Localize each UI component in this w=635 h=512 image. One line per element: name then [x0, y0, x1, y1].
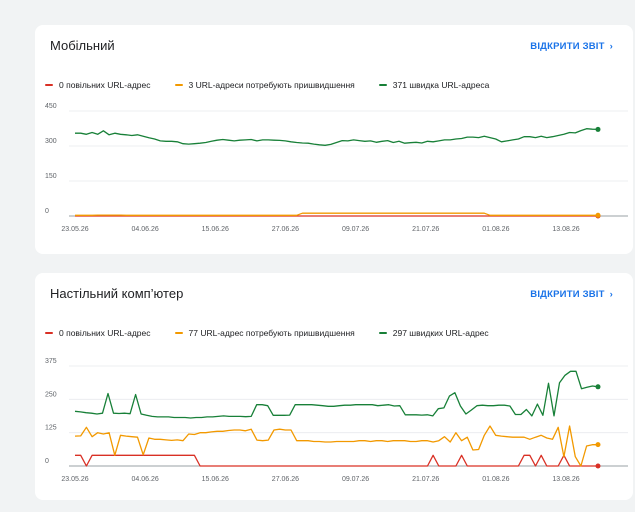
- desktop-x-tick-label: 23.05.26: [61, 476, 88, 483]
- mobile-x-tick-label: 21.07.26: [412, 226, 439, 233]
- desktop-series-line-slow[interactable]: [75, 454, 598, 467]
- mobile-x-tick-label: 04.06.26: [132, 226, 159, 233]
- mobile-x-tick-label: 23.05.26: [61, 226, 88, 233]
- desktop-series-line-fast[interactable]: [74, 370, 599, 419]
- mobile-x-tick-label: 13.08.26: [552, 226, 579, 233]
- desktop-series-endpoint-needs_improvement: [595, 442, 601, 448]
- mobile-card: Мобільний ВІДКРИТИ ЗВІТ › 0 повільних URL…: [35, 25, 633, 254]
- desktop-series-endpoint-fast: [595, 384, 601, 390]
- desktop-series-endpoint-slow: [595, 463, 601, 469]
- mobile-series-endpoint-needs_improvement: [595, 212, 601, 218]
- desktop-series-line-needs_improvement[interactable]: [74, 425, 598, 467]
- desktop-y-tick-label: 375: [45, 358, 57, 365]
- desktop-x-tick-label: 15.06.26: [202, 476, 229, 483]
- mobile-chart: 0 150 300 450 23.05.26 04.06.26 15.06.26 27.06.…: [45, 103, 628, 233]
- desktop-card: Настільний комп’ютер ВІДКРИТИ ЗВІТ › 0 по…: [35, 273, 633, 500]
- mobile-series-line-fast[interactable]: [75, 128, 599, 146]
- mobile-x-tick-label: 27.06.26: [272, 226, 299, 233]
- desktop-x-tick-label: 09.07.26: [342, 476, 369, 483]
- mobile-x-tick-label: 09.07.26: [342, 226, 369, 233]
- mobile-x-tick-label: 01.08.26: [482, 226, 509, 233]
- mobile-x-tick-label: 15.06.26: [202, 226, 229, 233]
- desktop-y-tick-label: 250: [45, 391, 57, 398]
- desktop-y-tick-label: 0: [45, 458, 49, 465]
- mobile-y-tick-label: 150: [45, 173, 57, 180]
- desktop-x-tick-label: 01.08.26: [482, 476, 509, 483]
- desktop-chart: 0 125 250 375 23.05.26 04.06.26 15.06.26 27.06.…: [45, 358, 628, 483]
- mobile-y-tick-label: 450: [45, 103, 57, 110]
- mobile-series-line-needs_improvement[interactable]: [75, 212, 598, 216]
- mobile-y-tick-label: 300: [45, 138, 57, 145]
- mobile-series-endpoint-fast: [595, 126, 601, 132]
- desktop-y-tick-label: 125: [45, 425, 57, 432]
- desktop-x-tick-label: 21.07.26: [412, 476, 439, 483]
- desktop-x-tick-label: 13.08.26: [552, 476, 579, 483]
- desktop-x-tick-label: 04.06.26: [132, 476, 159, 483]
- mobile-y-tick-label: 0: [45, 208, 49, 215]
- desktop-x-tick-label: 27.06.26: [272, 476, 299, 483]
